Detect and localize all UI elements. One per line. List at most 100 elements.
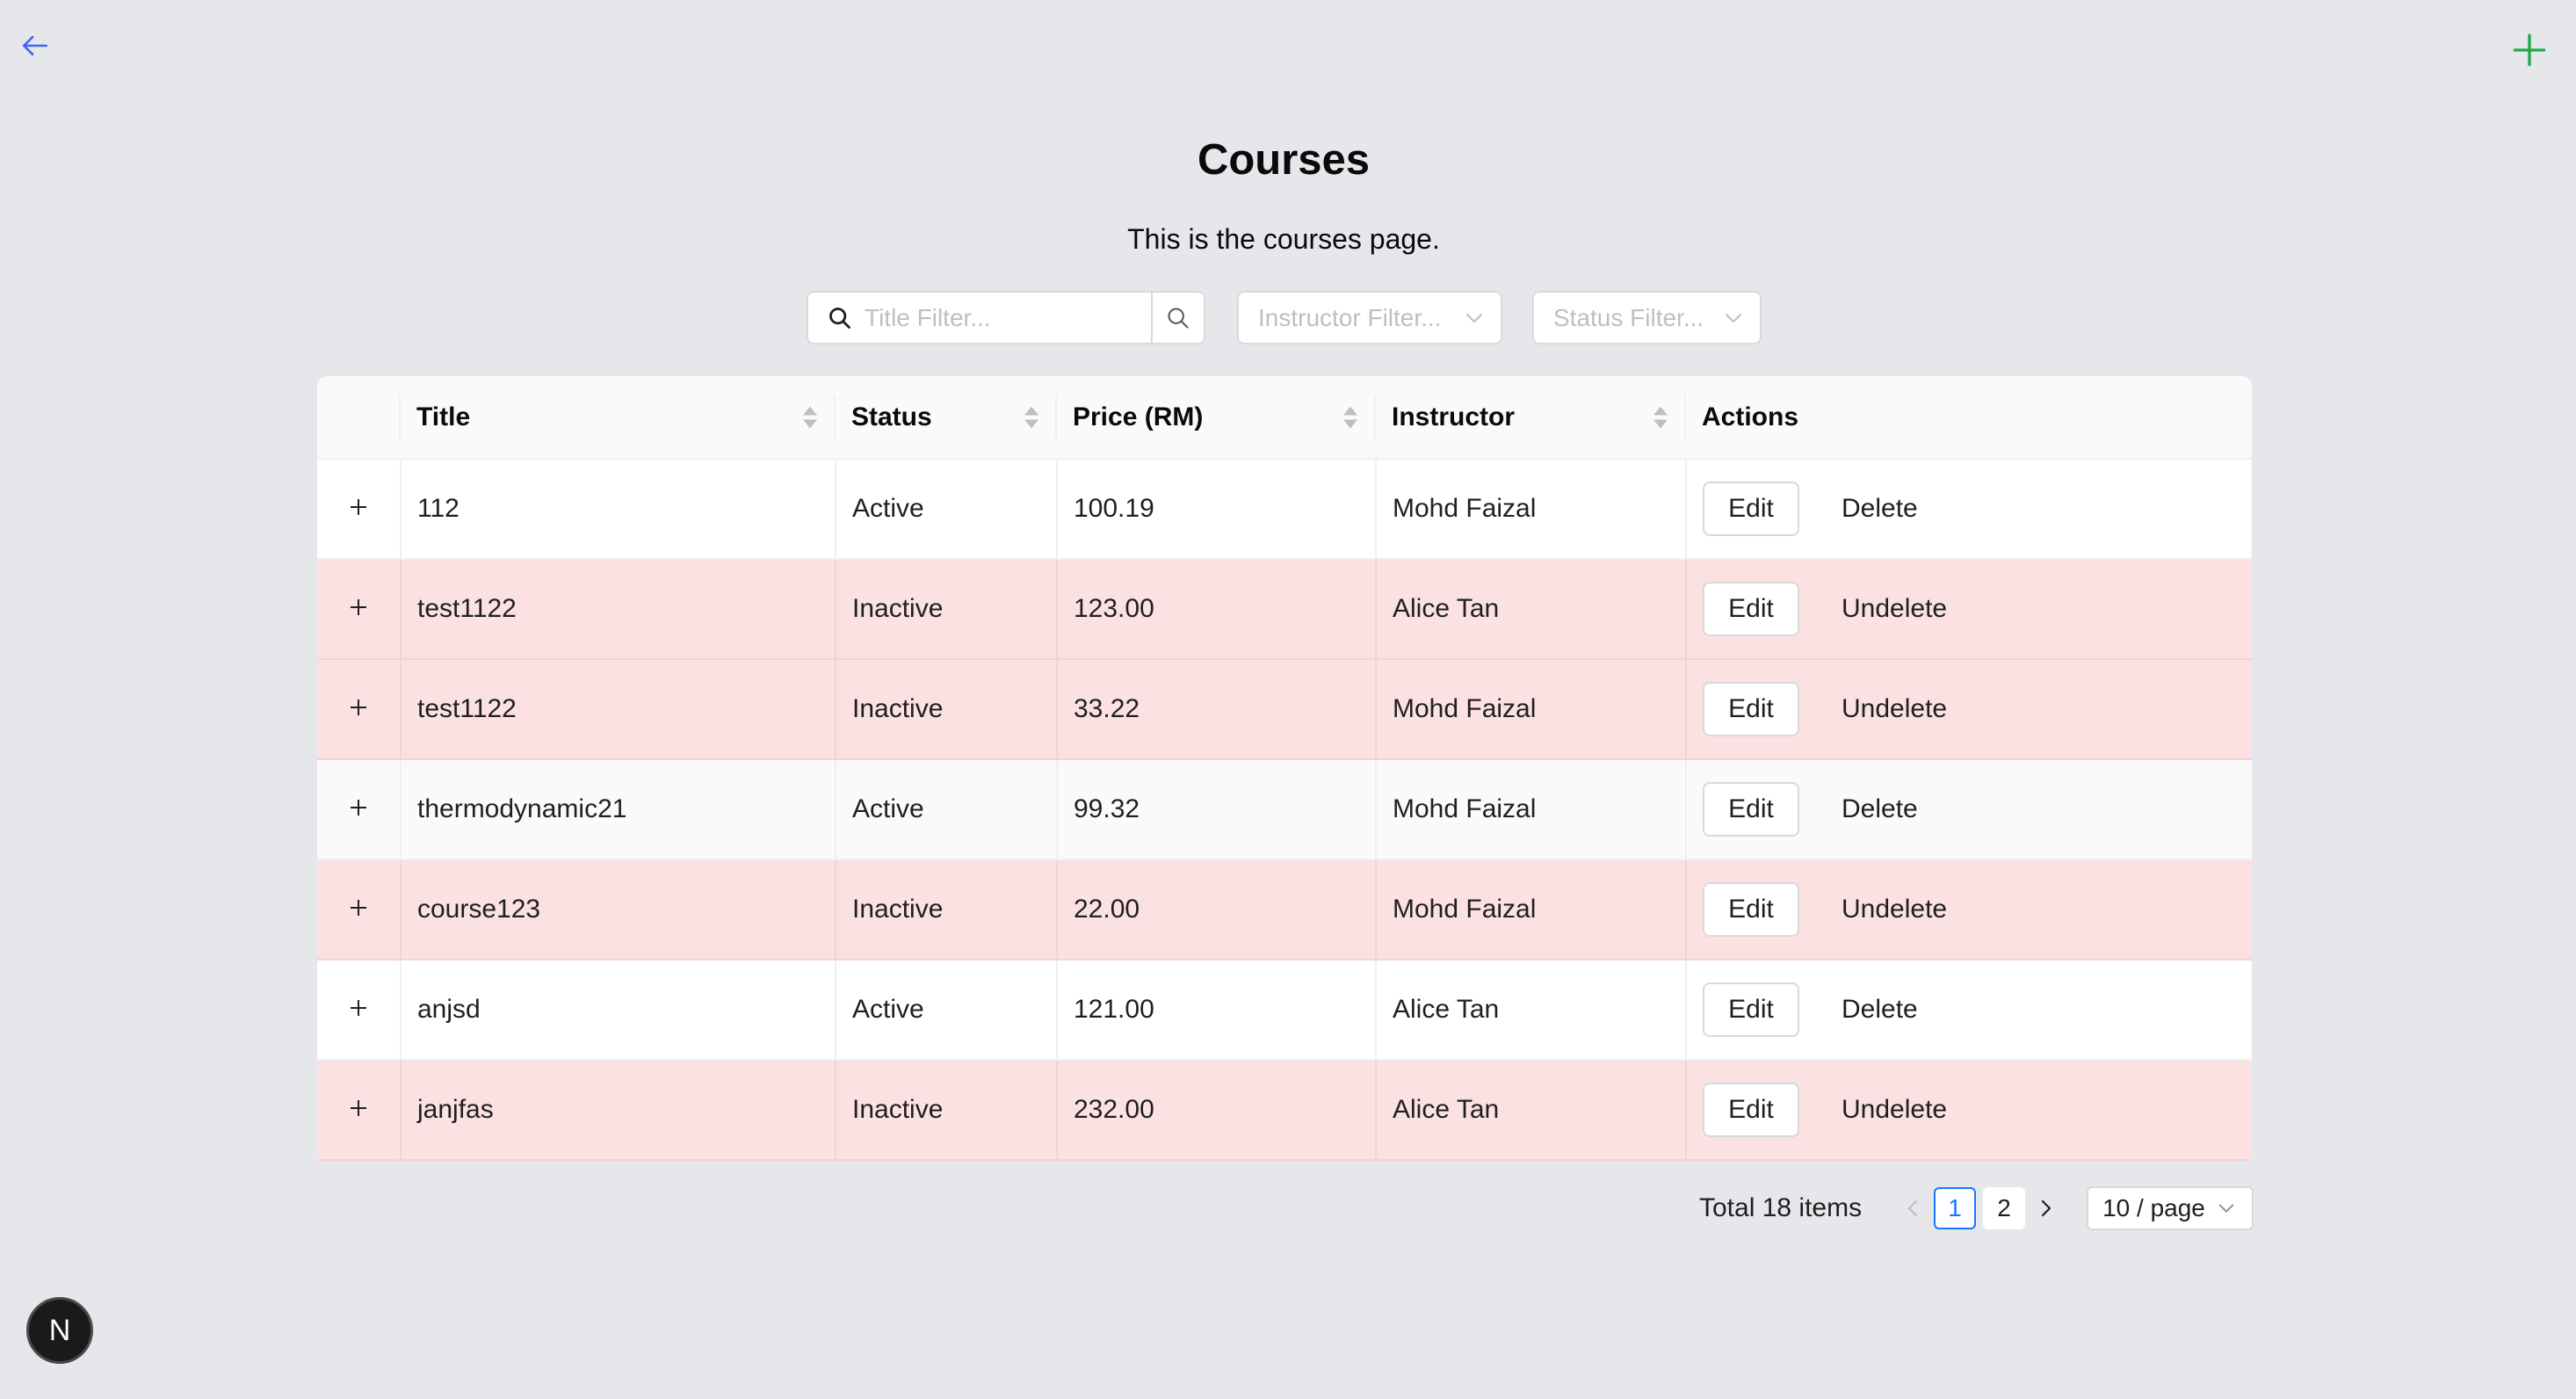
- edit-button[interactable]: Edit: [1703, 882, 1799, 937]
- cell-status: Inactive: [836, 659, 1058, 760]
- chevron-right-icon: [2041, 1200, 2051, 1217]
- title-search-button[interactable]: [1151, 291, 1205, 344]
- total-items-text: Total 18 items: [1699, 1193, 1863, 1222]
- edit-button[interactable]: Edit: [1703, 682, 1799, 736]
- table-header-row: Title Status Price (RM) Instructor Actio…: [317, 376, 2252, 460]
- plus-icon: [351, 900, 366, 916]
- cell-instructor: Alice Tan: [1376, 960, 1687, 1061]
- expand-row-button[interactable]: [346, 996, 371, 1020]
- delete-button[interactable]: Delete: [1842, 995, 1918, 1025]
- cell-price: 232.00: [1057, 1060, 1377, 1161]
- column-header-label: Instructor: [1392, 402, 1516, 431]
- column-header-label: Title: [416, 402, 471, 431]
- page-1-button[interactable]: 1: [1934, 1187, 1977, 1229]
- undelete-button[interactable]: Undelete: [1842, 895, 1947, 924]
- back-button[interactable]: [18, 25, 53, 67]
- undelete-button[interactable]: Undelete: [1842, 594, 1947, 624]
- cell-price: 33.22: [1057, 659, 1377, 760]
- cell-price: 100.19: [1057, 459, 1377, 560]
- title-filter: [807, 291, 1205, 344]
- delete-button[interactable]: Delete: [1842, 494, 1918, 524]
- edit-button[interactable]: Edit: [1703, 982, 1799, 1037]
- cell-instructor: Mohd Faizal: [1376, 759, 1687, 860]
- edit-button[interactable]: Edit: [1703, 482, 1799, 536]
- cell-instructor: Mohd Faizal: [1376, 459, 1687, 560]
- expand-row-button[interactable]: [346, 495, 371, 519]
- sort-icon[interactable]: [1653, 405, 1668, 429]
- sort-icon[interactable]: [802, 405, 818, 429]
- cell-status: Inactive: [836, 859, 1058, 960]
- plus-icon: [351, 499, 366, 515]
- title-filter-input[interactable]: [863, 302, 1130, 333]
- table-row: thermodynamic21 Active 99.32 Mohd Faizal…: [317, 759, 2252, 860]
- table-row: course123 Inactive 22.00 Mohd Faizal Edi…: [317, 859, 2252, 960]
- instructor-filter-select[interactable]: Instructor Filter...: [1237, 291, 1502, 344]
- chevron-left-icon: [1907, 1200, 1918, 1217]
- next-page-button[interactable]: [2029, 1187, 2064, 1229]
- expand-row-button[interactable]: [346, 795, 371, 820]
- table-row: janjfas Inactive 232.00 Alice Tan Edit Un…: [317, 1060, 2252, 1161]
- pagination: Total 18 items 1 2 10 / page: [1699, 1186, 2254, 1230]
- chevron-down-icon: [1726, 313, 1741, 323]
- status-filter-select[interactable]: Status Filter...: [1532, 291, 1762, 344]
- cell-actions: Edit Delete: [1686, 759, 2252, 860]
- plus-icon: [351, 1100, 366, 1116]
- plus-icon: [351, 700, 366, 715]
- column-header-instructor[interactable]: Instructor: [1376, 376, 1686, 460]
- cell-actions: Edit Undelete: [1686, 559, 2252, 660]
- cell-actions: Edit Undelete: [1686, 859, 2252, 960]
- column-header-label: Actions: [1702, 402, 1799, 431]
- cell-instructor: Alice Tan: [1376, 1060, 1687, 1161]
- cell-title: 112: [401, 459, 836, 560]
- nextjs-dev-badge[interactable]: N: [26, 1297, 93, 1364]
- prev-page-button[interactable]: [1895, 1187, 1930, 1229]
- table-row: anjsd Active 121.00 Alice Tan Edit Delete: [317, 960, 2252, 1061]
- expand-row-button[interactable]: [346, 895, 371, 920]
- undelete-button[interactable]: Undelete: [1842, 694, 1947, 724]
- page-2-button[interactable]: 2: [1983, 1187, 2026, 1229]
- cell-status: Active: [836, 759, 1058, 860]
- cell-actions: Edit Undelete: [1686, 1060, 2252, 1161]
- cell-status: Active: [836, 960, 1058, 1061]
- cell-instructor: Mohd Faizal: [1376, 659, 1687, 760]
- column-header-price[interactable]: Price (RM): [1057, 376, 1376, 460]
- instructor-filter-placeholder: Instructor Filter...: [1258, 303, 1442, 331]
- badge-letter: N: [48, 1313, 71, 1347]
- column-header-actions: Actions: [1686, 376, 2252, 460]
- page-size-value: 10 / page: [2102, 1194, 2205, 1221]
- cell-actions: Edit Undelete: [1686, 659, 2252, 760]
- cell-status: Active: [836, 459, 1058, 560]
- table-row: 112 Active 100.19 Mohd Faizal Edit Delete: [317, 459, 2252, 560]
- cell-price: 121.00: [1057, 960, 1377, 1061]
- page-size-select[interactable]: 10 / page: [2087, 1186, 2254, 1230]
- title-filter-input-wrap: [807, 291, 1151, 344]
- expand-column-header: [317, 376, 401, 460]
- plus-icon: [2513, 33, 2546, 67]
- sort-icon[interactable]: [1024, 405, 1039, 429]
- sort-icon[interactable]: [1342, 405, 1358, 429]
- column-header-title[interactable]: Title: [401, 376, 836, 460]
- edit-button[interactable]: Edit: [1703, 582, 1799, 636]
- cell-actions: Edit Delete: [1686, 960, 2252, 1061]
- cell-title: thermodynamic21: [401, 759, 836, 860]
- plus-icon: [351, 1000, 366, 1016]
- table-row: test1122 Inactive 33.22 Mohd Faizal Edit…: [317, 659, 2252, 760]
- expand-row-button[interactable]: [346, 595, 371, 620]
- column-header-status[interactable]: Status: [836, 376, 1057, 460]
- cell-instructor: Alice Tan: [1376, 559, 1687, 660]
- add-course-button[interactable]: [2507, 28, 2551, 72]
- table-row: test1122 Inactive 123.00 Alice Tan Edit U…: [317, 559, 2252, 660]
- delete-button[interactable]: Delete: [1842, 794, 1918, 824]
- page-title: Courses: [1197, 136, 1371, 184]
- undelete-button[interactable]: Undelete: [1842, 1095, 1947, 1125]
- search-icon: [1168, 307, 1189, 329]
- expand-row-button[interactable]: [346, 1096, 371, 1120]
- cell-title: course123: [401, 859, 836, 960]
- expand-row-button[interactable]: [346, 695, 371, 720]
- cell-actions: Edit Delete: [1686, 459, 2252, 560]
- cell-instructor: Mohd Faizal: [1376, 859, 1687, 960]
- edit-button[interactable]: Edit: [1703, 1083, 1799, 1137]
- edit-button[interactable]: Edit: [1703, 782, 1799, 837]
- arrow-left-icon: [22, 35, 48, 56]
- search-icon: [829, 307, 850, 329]
